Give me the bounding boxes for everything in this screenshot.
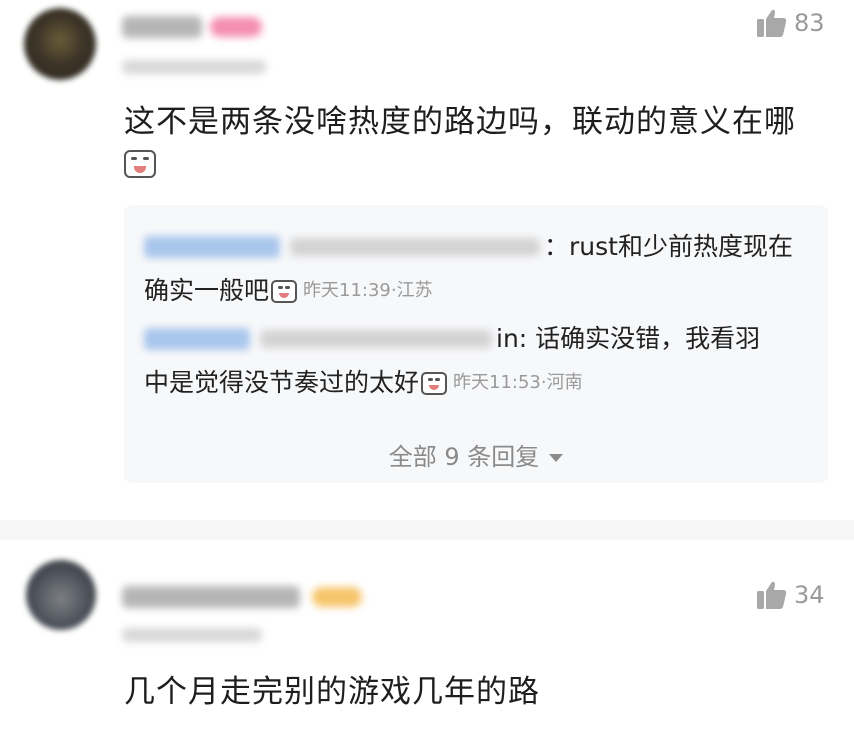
- reply-item[interactable]: ：rust和少前热度现在 确实一般吧 昨天11:39·江苏: [144, 225, 804, 313]
- comment-meta-blurred: [122, 60, 266, 74]
- reply-item[interactable]: in: 话确实没错，我看羽 中是觉得没节奏过的太好 昨天11:53·河南: [144, 317, 804, 405]
- reply-text-line2: 中是觉得没节奏过的太好: [144, 368, 420, 397]
- comment-meta-blurred: [122, 628, 262, 642]
- level-badge: [312, 587, 362, 607]
- reply-target-blurred: [260, 330, 492, 348]
- comment-text-content: 几个月走完别的游戏几年的路: [124, 674, 540, 710]
- reply-meta: 昨天11:53·河南: [453, 372, 583, 393]
- crying-laugh-emoji-icon: [421, 371, 448, 395]
- username-blurred[interactable]: [122, 16, 202, 38]
- comment-item: 83 这不是两条没啥热度的路边吗，联动的意义在哪 ：rust和少前热度现在 确实…: [0, 0, 854, 520]
- emoji-sticker: [124, 150, 156, 178]
- level-badge: [210, 17, 262, 37]
- view-all-replies-button[interactable]: 全部 9 条回复: [124, 437, 828, 472]
- reply-text-line1: ：rust和少前热度现在: [544, 232, 793, 261]
- like-count: 34: [794, 581, 825, 609]
- reply-text-line1: in: 话确实没错，我看羽: [496, 324, 761, 353]
- comment-text-content: 这不是两条没啥热度的路边吗，联动的意义在哪: [124, 104, 796, 140]
- avatar[interactable]: [26, 560, 96, 630]
- avatar[interactable]: [24, 8, 96, 80]
- thumbs-up-icon: [757, 581, 787, 609]
- comment-text: 几个月走完别的游戏几年的路: [124, 666, 540, 711]
- like-count: 83: [794, 9, 825, 37]
- section-divider: [0, 520, 854, 540]
- like-button[interactable]: 34: [756, 580, 825, 610]
- reply-list: ：rust和少前热度现在 确实一般吧 昨天11:39·江苏 in: 话确实没错，…: [124, 205, 828, 483]
- comment-text: 这不是两条没啥热度的路边吗，联动的意义在哪: [124, 96, 796, 141]
- username-blurred[interactable]: [122, 586, 300, 608]
- reply-text-line2: 确实一般吧: [144, 276, 270, 305]
- reply-target-blurred: [290, 238, 540, 256]
- view-all-label: 全部 9 条回复: [388, 443, 540, 471]
- crying-laugh-emoji-icon: [124, 150, 156, 178]
- reply-username-blurred[interactable]: [144, 236, 280, 258]
- crying-laugh-emoji-icon: [271, 279, 298, 303]
- like-button[interactable]: 83: [756, 8, 825, 38]
- caret-down-icon: [549, 454, 564, 462]
- thumbs-up-icon: [757, 9, 787, 38]
- reply-meta: 昨天11:39·江苏: [303, 280, 433, 301]
- reply-username-blurred[interactable]: [144, 328, 250, 350]
- comment-item: 34 几个月走完别的游戏几年的路: [0, 540, 854, 747]
